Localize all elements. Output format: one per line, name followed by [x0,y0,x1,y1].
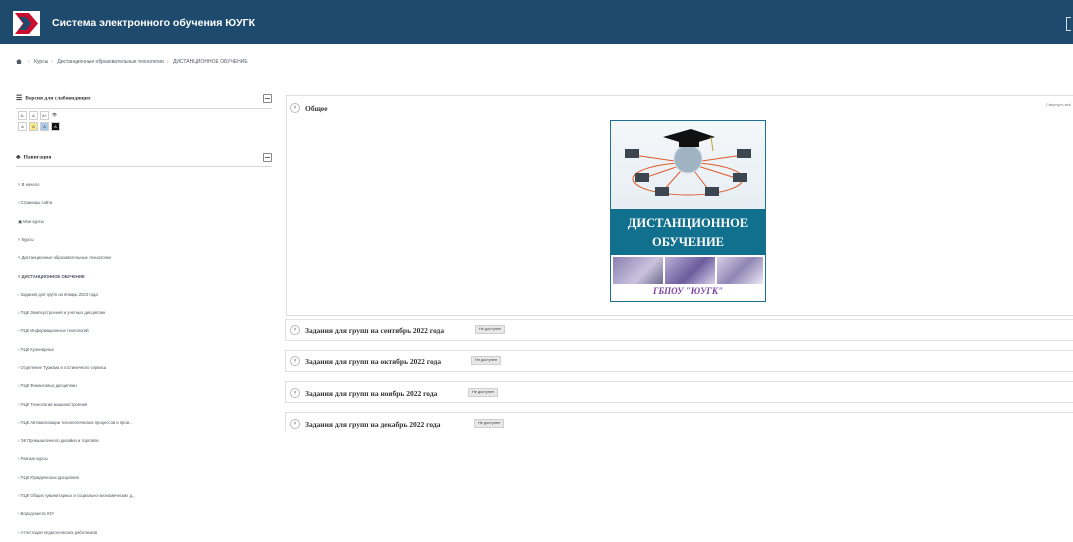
site-title[interactable]: Система электронного обучения ЮУГК [52,17,255,29]
divider [16,166,272,167]
nav-item[interactable]: › ПЦК Автоматизации технологических проц… [18,420,268,426]
chevron-down-icon[interactable]: ˅ [290,419,300,429]
nav-item[interactable]: ˅ В начало [18,182,268,188]
section-title-general[interactable]: Общее [305,104,328,113]
nav-item[interactable]: › Ворлдскиллс ЮУ [18,511,268,517]
collapse-block-button[interactable] [263,153,272,162]
section-title[interactable]: Задания для групп на сентябрь 2022 года [305,326,444,335]
block-title: Версия для слабовидящих [25,95,91,102]
section-title[interactable]: Задания для групп на октябрь 2022 года [305,357,441,366]
course-image-title-line1: ДИСТАНЦИОННОЕ [627,216,749,230]
nav-item[interactable]: › ПЦК Юридических дисциплин [18,475,268,481]
divider [16,108,272,109]
collapse-block-button[interactable] [263,94,272,103]
nav-item[interactable]: › Задания для групп на январь 2023 года [18,292,268,298]
color-blue-button[interactable]: A [40,122,49,131]
section-title[interactable]: Задания для групп на ноябрь 2022 года [305,389,437,398]
breadcrumb-item[interactable]: Дистанционные образовательные технологии [57,59,164,65]
not-available-badge: Не доступен [471,356,502,365]
top-navbar: Система электронного обучения ЮУГК [0,0,1073,44]
nav-item[interactable]: › Аттестация педагогических работников [18,530,268,536]
classroom-photo [717,257,763,284]
font-decrease-button[interactable]: A- [18,111,27,120]
course-image-title-line2: ОБУЧЕНИЕ [651,235,724,249]
chevron-down-icon[interactable]: ˅ [290,325,300,335]
nav-item[interactable]: › ЭК Промышленного дизайна и торговли [18,438,268,444]
chevron-down-icon[interactable]: ˅ [290,388,300,398]
network-illustration [611,121,765,209]
breadcrumb: › Курсы › Дистанционные образовательные т… [16,59,248,65]
sitemap-icon: ♣ [16,153,21,161]
breadcrumb-item[interactable]: ДИСТАНЦИОННОЕ ОБУЧЕНИЕ [173,59,248,65]
nav-item[interactable]: ˅ Дистанционные образовательные технолог… [18,255,268,261]
classroom-photo [613,257,663,284]
color-yellow-button[interactable]: A [29,122,38,131]
chevron-down-icon[interactable]: ˅ [290,103,300,113]
nav-item[interactable]: › ПЦК Общих гуманитарных и социально-эко… [18,493,268,499]
collapse-all-link[interactable]: Свернуть всё [1046,102,1071,107]
nav-item[interactable]: › Страницы сайта [18,200,268,206]
navigation-block: ♣ Навигация [16,153,272,165]
nav-item[interactable]: › ПЦК Информационных технологий [18,328,268,334]
font-size-controls: A- A A+ 👁 [18,111,58,120]
section-title[interactable]: Задания для групп на декабрь 2022 года [305,420,440,429]
nav-item-current[interactable]: ˅ ДИСТАНЦИОННОЕ ОБУЧЕНИЕ [18,274,268,280]
color-scheme-controls: A A A A [18,122,60,131]
color-white-button[interactable]: A [18,122,27,131]
block-header: ♣ Навигация [16,153,272,165]
home-icon[interactable] [16,59,22,65]
font-normal-button[interactable]: A [29,111,38,120]
not-available-badge: Не доступен [475,325,506,334]
navigation-tree: ˅ В начало › Страницы сайта ▣ Мои курсы … [18,170,268,542]
color-black-button[interactable]: A [51,122,60,131]
nav-item[interactable]: › ПЦК Технологии машиностроения [18,402,268,408]
nav-item[interactable]: ˅ Курсы [18,237,268,243]
nav-item[interactable]: › ПЦК Финансовых дисциплин [18,383,268,389]
not-available-badge: Не доступен [474,419,505,428]
block-title: Навигация [23,154,52,161]
breadcrumb-item[interactable]: Курсы [34,59,48,65]
user-menu-button[interactable] [1066,17,1071,31]
font-increase-button[interactable]: A+ [40,111,49,120]
nav-item[interactable]: › Отделение Туризма и гостиничного серви… [18,365,268,371]
menu-icon: ☰ [16,94,23,102]
eye-icon[interactable]: 👁 [51,111,58,118]
college-logo[interactable] [13,11,40,36]
accessibility-block: ☰ Версия для слабовидящих [16,94,272,106]
nav-item[interactable]: › ПЦК Землеустроения и учетных дисциплин [18,310,268,316]
nav-item[interactable]: › Разные курсы [18,456,268,462]
course-image: ДИСТАНЦИОННОЕ ОБУЧЕНИЕ ГБПОУ "ЮУГК" [610,120,766,302]
chevron-down-icon[interactable]: ˅ [290,356,300,366]
not-available-badge: Не доступен [468,388,499,397]
block-header: ☰ Версия для слабовидящих [16,94,272,106]
nav-item[interactable]: › ПЦК Кулинарных [18,347,268,353]
nav-item[interactable]: ▣ Мои курсы [18,219,268,225]
course-image-caption: ГБПОУ "ЮУГК" [653,286,723,296]
classroom-photo [665,257,715,284]
